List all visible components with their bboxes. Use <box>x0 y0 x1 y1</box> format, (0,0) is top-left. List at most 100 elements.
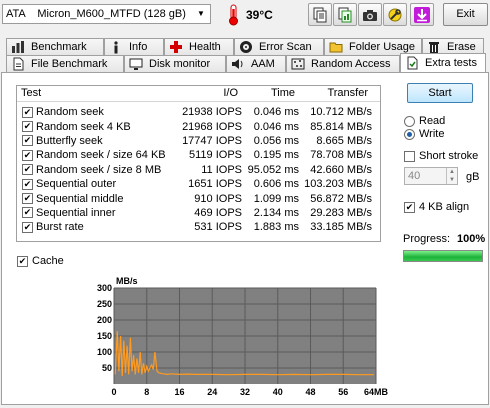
tab-file-benchmark[interactable]: File Benchmark <box>6 55 124 72</box>
short-stroke-box[interactable] <box>404 150 415 162</box>
align-box[interactable]: ✔ <box>404 201 415 213</box>
camera-icon <box>363 9 377 21</box>
col-test-header[interactable]: Test <box>17 86 172 101</box>
col-io-header[interactable]: I/O <box>172 86 242 101</box>
x-tick-label: 40 <box>273 387 283 397</box>
test-cell: ✔ Random seek / size 64 KB <box>17 149 172 161</box>
write-radio-dot[interactable] <box>404 128 415 140</box>
screenshot-button[interactable] <box>358 3 382 26</box>
thermometer-icon <box>229 4 238 26</box>
extra-tests-icon <box>407 56 418 70</box>
temperature-readout: 39°C <box>246 8 273 22</box>
monitor-icon <box>129 58 143 70</box>
read-radio-label: Read <box>419 115 446 127</box>
x-tick-label: 0 <box>111 387 116 397</box>
test-checkbox[interactable]: ✔ <box>22 193 33 205</box>
x-tick-label: 48 <box>305 387 315 397</box>
read-radio[interactable]: Read <box>404 115 445 127</box>
transfer-cell: 78.708 MB/s <box>310 149 372 162</box>
test-cell: ✔ Sequential inner <box>17 207 172 219</box>
test-cell: ✔ Sequential middle <box>17 193 172 205</box>
read-radio-dot[interactable] <box>404 115 415 127</box>
test-name: Burst rate <box>36 221 84 234</box>
tab-folder-usage-label: Folder Usage <box>349 41 416 53</box>
tab-health[interactable]: Health <box>164 38 234 55</box>
tab-benchmark-label: Benchmark <box>31 41 87 53</box>
tab-benchmark[interactable]: Benchmark <box>6 38 104 55</box>
io-cell: 17747 IOPS <box>182 134 242 147</box>
tab-error-scan[interactable]: Error Scan <box>234 38 324 55</box>
test-checkbox[interactable]: ✔ <box>22 135 33 147</box>
cache-label: Cache <box>32 255 64 267</box>
transfer-cell: 10.712 MB/s <box>310 106 372 119</box>
table-header: Test I/O Time Transfer <box>17 86 380 102</box>
time-cell: 2.134 ms <box>253 206 299 219</box>
table-body: ✔ Random seek 21938 IOPS 0.046 ms 10.712 MB/… <box>17 102 380 235</box>
io-cell: 21968 IOPS <box>182 120 242 133</box>
wrench-icon <box>388 8 402 21</box>
folder-icon <box>329 42 343 53</box>
spinner-arrows-icon[interactable]: ▲ ▼ <box>446 168 457 184</box>
tab-random-access-label: Random Access <box>311 58 391 70</box>
progress-fill <box>404 251 482 261</box>
tab-random-access[interactable]: Random Access <box>286 55 400 72</box>
test-checkbox[interactable]: ✔ <box>22 178 33 190</box>
x-tick-label: 32 <box>240 387 250 397</box>
cache-checkbox[interactable]: ✔ Cache <box>17 255 64 267</box>
exit-button[interactable]: Exit <box>443 3 488 26</box>
tab-extra-tests[interactable]: Extra tests <box>400 53 486 72</box>
options-button[interactable] <box>383 3 407 26</box>
tab-info[interactable]: Info <box>104 38 164 55</box>
time-cell: 0.056 ms <box>253 134 299 147</box>
test-checkbox[interactable]: ✔ <box>22 207 33 219</box>
test-checkbox[interactable]: ✔ <box>22 121 33 133</box>
time-cell: 0.195 ms <box>253 149 299 162</box>
y-tick-label: 200 <box>97 315 112 325</box>
y-tick-label: 50 <box>102 363 112 373</box>
table-row: ✔ Burst rate 531 IOPS 1.883 ms 33.185 MB/s <box>17 220 380 234</box>
chevron-down-icon[interactable]: ▼ <box>194 7 208 21</box>
speaker-icon <box>232 59 243 69</box>
test-checkbox[interactable]: ✔ <box>22 164 33 176</box>
align-label: 4 KB align <box>419 201 470 213</box>
tab-aam[interactable]: AAM <box>226 55 286 72</box>
test-checkbox[interactable]: ✔ <box>22 221 33 233</box>
drive-select[interactable]: ATA Micron_M600_MTFD (128 gB) ▼ <box>2 4 211 24</box>
cache-box[interactable]: ✔ <box>17 255 28 267</box>
tab-disk-monitor[interactable]: Disk monitor <box>124 55 226 72</box>
y-tick-label: 250 <box>97 299 112 309</box>
y-tick-label: 150 <box>97 331 112 341</box>
y-tick-label: 100 <box>97 347 112 357</box>
progress-bar <box>403 250 483 262</box>
copy-text-button[interactable] <box>308 3 332 26</box>
test-name: Random seek 4 KB <box>36 120 131 133</box>
short-stroke-checkbox[interactable]: Short stroke <box>404 150 478 162</box>
results-table: Test I/O Time Transfer ✔ Random seek 21938… <box>16 85 381 242</box>
test-checkbox[interactable]: ✔ <box>22 106 33 118</box>
random-access-icon <box>291 58 305 70</box>
io-cell: 11 IOPS <box>201 163 242 176</box>
drive-select-value: ATA Micron_M600_MTFD (128 gB) <box>6 8 186 20</box>
io-cell: 1651 IOPS <box>188 178 242 191</box>
test-checkbox[interactable]: ✔ <box>22 149 33 161</box>
tab-erase-label: Erase <box>447 41 476 53</box>
test-name: Sequential inner <box>36 206 116 219</box>
tab-error-scan-label: Error Scan <box>259 41 312 53</box>
save-button[interactable] <box>410 3 434 26</box>
test-name: Butterfly seek <box>36 134 103 147</box>
col-time-header[interactable]: Time <box>242 86 299 101</box>
col-transfer-header[interactable]: Transfer <box>299 86 372 101</box>
stroke-size-spinner[interactable]: 40 ▲ ▼ <box>404 167 458 185</box>
tab-aam-label: AAM <box>251 58 275 70</box>
test-name: Random seek / size 8 MB <box>36 163 162 176</box>
transfer-cell: 56.872 MB/s <box>310 192 372 205</box>
benchmark-icon <box>12 41 24 53</box>
tab-extra-tests-label: Extra tests <box>425 57 477 69</box>
write-radio[interactable]: Write <box>404 128 444 140</box>
align-checkbox[interactable]: ✔ 4 KB align <box>404 201 469 213</box>
start-button[interactable]: Start <box>407 83 473 103</box>
transfer-cell: 103.203 MB/s <box>304 178 372 191</box>
table-row: ✔ Sequential outer 1651 IOPS 0.606 ms 103.20… <box>17 177 380 191</box>
error-scan-icon <box>240 41 252 53</box>
copy-report-button[interactable] <box>333 3 357 26</box>
